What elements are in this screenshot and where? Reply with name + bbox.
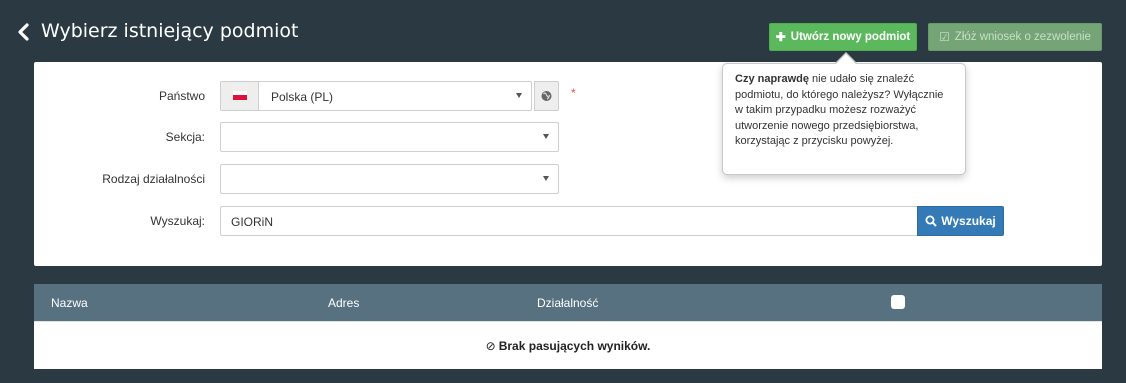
- globe-icon: [541, 91, 552, 101]
- tooltip-emphasis: Czy naprawdę: [735, 73, 809, 85]
- page-header: Wybierz istniejący podmiot ✚ Utwórz nowy…: [0, 0, 1126, 62]
- country-label: Państwo: [158, 89, 205, 103]
- empty-results-message: ⊘ Brak pasujących wyników.: [34, 339, 1102, 353]
- country-select[interactable]: Polska (PL): [220, 81, 532, 111]
- search-row: Wyszukaj: GIORiN Wyszukaj: [34, 206, 1102, 236]
- globe-button[interactable]: [534, 81, 559, 111]
- apply-permit-label: Złóż wniosek o zezwolenie: [954, 31, 1091, 43]
- create-entity-label: Utwórz nowy podmiot: [790, 31, 911, 43]
- search-input[interactable]: GIORiN: [220, 206, 917, 236]
- create-warning-tooltip: Czy naprawdę nie udało się znaleźć podmi…: [722, 63, 966, 175]
- chevron-down-icon: [543, 134, 549, 139]
- search-label: Wyszukaj:: [150, 214, 205, 228]
- results-table-body: ⊘ Brak pasujących wyników.: [34, 321, 1102, 369]
- plus-icon: ✚: [775, 30, 786, 44]
- poland-flag-icon: [233, 91, 247, 100]
- column-header-activity[interactable]: Działalność: [537, 296, 598, 310]
- required-marker: *: [571, 86, 576, 100]
- create-entity-button[interactable]: ✚ Utwórz nowy podmiot: [769, 23, 917, 51]
- section-select[interactable]: [220, 122, 559, 152]
- apply-permit-button[interactable]: ☑ Złóż wniosek o zezwolenie: [928, 23, 1102, 51]
- country-value: Polska (PL): [271, 90, 334, 104]
- chevron-left-icon[interactable]: [16, 22, 30, 42]
- activity-type-select[interactable]: [220, 164, 559, 194]
- chevron-down-icon: [543, 176, 549, 181]
- search-button-label: Wyszukaj: [941, 214, 996, 228]
- results-table-header: Nazwa Adres Działalność: [34, 284, 1102, 321]
- column-header-address[interactable]: Adres: [328, 296, 359, 310]
- section-label: Sekcja:: [165, 130, 205, 144]
- search-icon: [925, 215, 937, 227]
- column-header-name[interactable]: Nazwa: [51, 296, 88, 310]
- ban-icon: ⊘: [485, 339, 496, 353]
- search-button[interactable]: Wyszukaj: [917, 206, 1004, 236]
- search-value: GIORiN: [231, 215, 273, 229]
- chevron-down-icon: [516, 93, 522, 98]
- select-all-checkbox[interactable]: [891, 295, 905, 309]
- checkbox-edit-icon: ☑: [939, 30, 950, 44]
- activity-type-label: Rodzaj działalności: [102, 172, 205, 186]
- empty-results-text: Brak pasujących wyników.: [498, 339, 651, 353]
- tooltip-arrow-fill: [836, 53, 856, 64]
- flag-addon: [221, 82, 259, 110]
- page-title: Wybierz istniejący podmiot: [41, 20, 299, 42]
